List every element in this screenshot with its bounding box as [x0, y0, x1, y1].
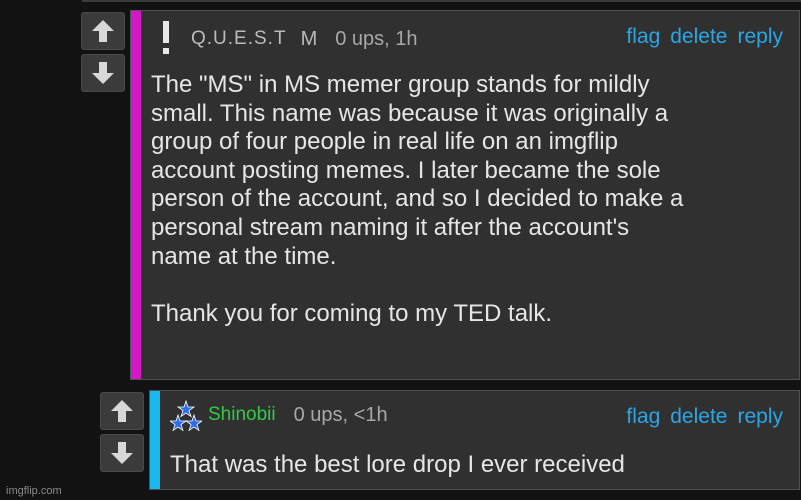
flag-link[interactable]: flag [626, 405, 660, 429]
flag-link[interactable]: flag [626, 25, 660, 49]
downvote-arrow-icon [92, 62, 114, 84]
triple-star-badge-icon [170, 399, 202, 431]
delete-link[interactable]: delete [670, 405, 727, 429]
comment-quest: Q.U.E.S.T M 0 ups, 1h flag delete reply … [130, 10, 800, 380]
reply-link[interactable]: reply [737, 405, 783, 429]
comment-body: That was the best lore drop I ever recei… [170, 451, 625, 478]
comment-meta: 0 ups, 1h [335, 27, 418, 50]
upvote-button[interactable] [81, 12, 125, 50]
comment-header: Q.U.E.S.T M 0 ups, 1h [161, 21, 418, 57]
vote-controls [81, 12, 125, 92]
downvote-button[interactable] [100, 434, 144, 472]
comment-username[interactable]: Q.U.E.S.T [191, 28, 287, 50]
comment-header: Shinobii 0 ups, <1h [170, 399, 388, 431]
upvote-arrow-icon [92, 20, 114, 42]
comment-accent-bar [131, 11, 141, 379]
comment-meta: 0 ups, <1h [293, 403, 388, 426]
comment-shinobii: Shinobii 0 ups, <1h flag delete reply Th… [149, 390, 800, 490]
exclamation-icon [163, 21, 169, 54]
user-flair: M [300, 27, 318, 50]
downvote-arrow-icon [111, 442, 133, 464]
comment-username[interactable]: Shinobii [208, 404, 276, 426]
upvote-arrow-icon [111, 400, 133, 422]
upvote-button[interactable] [100, 392, 144, 430]
vote-controls [100, 392, 144, 472]
reply-link[interactable]: reply [737, 25, 783, 49]
comment-body: The "MS" in MS memer group stands for mi… [151, 71, 684, 327]
imgflip-watermark: imgflip.com [6, 485, 62, 497]
comment-actions: flag delete reply [626, 405, 783, 429]
delete-link[interactable]: delete [670, 25, 727, 49]
downvote-button[interactable] [81, 54, 125, 92]
comment-accent-bar [150, 391, 160, 489]
comment-actions: flag delete reply [626, 25, 783, 49]
top-divider [82, 0, 801, 2]
